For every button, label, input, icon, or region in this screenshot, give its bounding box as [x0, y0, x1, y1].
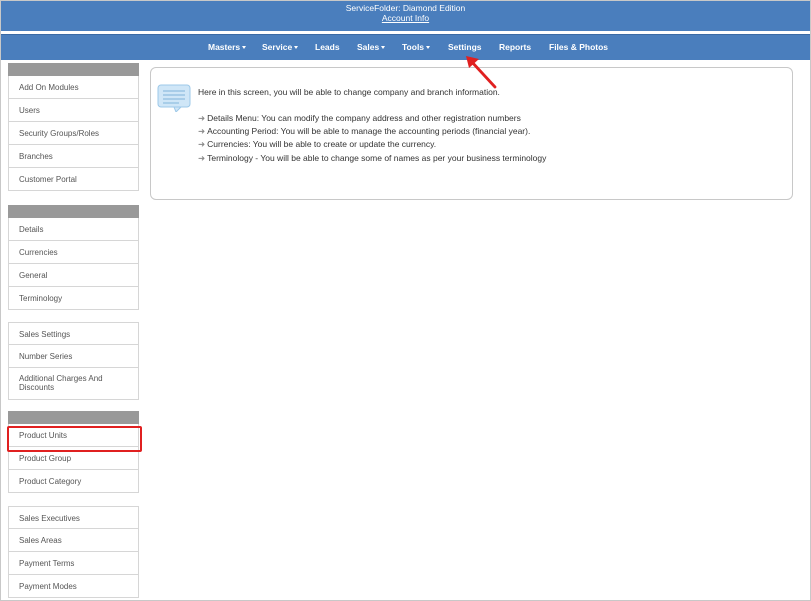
- app-header: ServiceFolder: Diamond Edition Account I…: [1, 1, 810, 31]
- sidebar-item-payment-terms[interactable]: Payment Terms: [8, 552, 139, 575]
- nav-leads[interactable]: Leads: [315, 35, 340, 60]
- sidebar-group-company: Add On Modules Users Security Groups/Rol…: [8, 63, 139, 191]
- app-title: ServiceFolder: Diamond Edition: [345, 3, 466, 13]
- main-nav: Masters Service Leads Sales Tools Settin…: [1, 34, 810, 60]
- arrow-right-icon: ➜: [198, 139, 206, 149]
- chevron-down-icon: [381, 46, 386, 50]
- red-arrow-icon: [466, 56, 497, 89]
- arrow-right-icon: ➜: [198, 153, 206, 163]
- sidebar-item-security-groups[interactable]: Security Groups/Roles: [8, 122, 139, 145]
- sidebar-item-product-category[interactable]: Product Category: [8, 470, 139, 493]
- intro-text: Here in this screen, you will be able to…: [198, 87, 500, 97]
- group-header: [8, 63, 139, 76]
- sidebar-group-sales-masters: Sales Executives Sales Areas Payment Ter…: [8, 506, 139, 598]
- bullet-details: ➜ Details Menu: You can modify the compan…: [198, 113, 521, 123]
- bullet-currencies: ➜ Currencies: You will be able to create …: [198, 139, 437, 149]
- sidebar-item-details[interactable]: Details: [8, 218, 139, 241]
- nav-sales[interactable]: Sales: [357, 35, 386, 60]
- sidebar-item-branches[interactable]: Branches: [8, 145, 139, 168]
- sidebar-item-currencies[interactable]: Currencies: [8, 241, 139, 264]
- bullet-terminology: ➜ Terminology - You will be able to chang…: [198, 153, 547, 163]
- nav-files-photos[interactable]: Files & Photos: [549, 35, 608, 60]
- account-info-link[interactable]: Account Info: [1, 13, 810, 23]
- group-header: [8, 205, 139, 218]
- nav-reports[interactable]: Reports: [499, 35, 531, 60]
- arrow-right-icon: ➜: [198, 113, 206, 123]
- sidebar-group-sales: Sales Settings Number Series Additional …: [8, 322, 139, 400]
- chevron-down-icon: [426, 46, 431, 50]
- sidebar-item-terminology[interactable]: Terminology: [8, 287, 139, 310]
- nav-tools[interactable]: Tools: [402, 35, 431, 60]
- nav-masters[interactable]: Masters: [208, 35, 247, 60]
- bullet-accounting-period: ➜ Accounting Period: You will be able to …: [198, 126, 531, 136]
- sidebar-item-additional-charges[interactable]: Additional Charges And Discounts: [8, 368, 139, 400]
- sidebar-item-customer-portal[interactable]: Customer Portal: [8, 168, 139, 191]
- sidebar-item-sales-areas[interactable]: Sales Areas: [8, 529, 139, 552]
- sidebar-item-number-series[interactable]: Number Series: [8, 345, 139, 368]
- sidebar-item-users[interactable]: Users: [8, 99, 139, 122]
- highlight-box: [7, 426, 142, 452]
- sidebar-item-sales-settings[interactable]: Sales Settings: [8, 322, 139, 345]
- sidebar-group-products: Product Units Product Group Product Cate…: [8, 411, 139, 493]
- arrow-right-icon: ➜: [198, 126, 206, 136]
- sidebar-item-payment-modes[interactable]: Payment Modes: [8, 575, 139, 598]
- chevron-down-icon: [242, 46, 247, 50]
- sidebar-item-add-on-modules[interactable]: Add On Modules: [8, 76, 139, 99]
- group-header: [8, 411, 139, 424]
- chat-bubble-icon: [157, 84, 191, 112]
- sidebar-item-sales-executives[interactable]: Sales Executives: [8, 506, 139, 529]
- chevron-down-icon: [294, 46, 299, 50]
- sidebar-group-settings: Details Currencies General Terminology: [8, 205, 139, 310]
- nav-service[interactable]: Service: [262, 35, 299, 60]
- sidebar-item-general[interactable]: General: [8, 264, 139, 287]
